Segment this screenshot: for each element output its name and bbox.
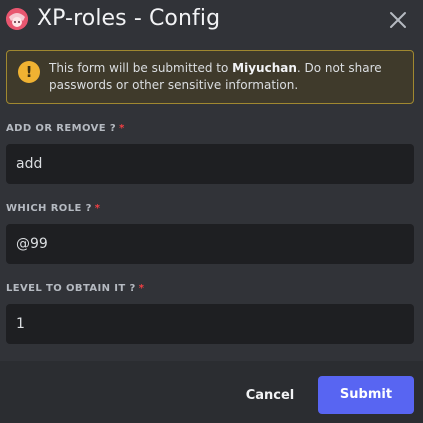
which-role-input[interactable]: @99: [6, 224, 414, 264]
field-label-text: ADD OR REMOVE ?: [6, 123, 117, 134]
field-label-add-or-remove: ADD OR REMOVE ? *: [6, 123, 125, 134]
anime-avatar-icon: [6, 8, 28, 30]
modal-header: XP-roles - Config: [0, 0, 423, 40]
modal-footer: Cancel Submit: [0, 361, 423, 423]
level-value: 1: [16, 316, 25, 332]
modal-title: XP-roles - Config: [37, 6, 221, 31]
submit-button[interactable]: Submit: [318, 376, 414, 414]
close-icon[interactable]: [386, 8, 410, 32]
required-mark: *: [94, 203, 101, 214]
add-or-remove-value: add: [16, 156, 43, 172]
cancel-button[interactable]: Cancel: [238, 378, 302, 414]
field-label-which-role: WHICH ROLE ? *: [6, 203, 100, 214]
required-mark: *: [119, 123, 125, 134]
level-input[interactable]: 1: [6, 304, 414, 344]
warning-banner: ! This form will be submitted to Miyucha…: [6, 50, 414, 104]
which-role-value: @99: [16, 236, 48, 252]
warning-text-line2: passwords or other sensitive information…: [49, 78, 299, 92]
warning-text-suffix: . Do not share: [296, 61, 382, 75]
field-label-text: LEVEL TO OBTAIN IT ?: [6, 283, 136, 294]
warning-text-prefix: This form will be submitted to: [49, 61, 233, 75]
add-or-remove-input[interactable]: add: [6, 144, 414, 184]
required-mark: *: [138, 283, 145, 294]
config-modal: XP-roles - Config ! This form will be su…: [0, 0, 423, 423]
warning-app-name: Miyuchan: [232, 61, 297, 75]
field-label-text: WHICH ROLE ?: [6, 203, 92, 214]
exclamation-icon: !: [18, 61, 40, 83]
field-label-level: LEVEL TO OBTAIN IT ? *: [6, 283, 144, 294]
warning-text: This form will be submitted to Miyuchan.…: [49, 60, 405, 94]
